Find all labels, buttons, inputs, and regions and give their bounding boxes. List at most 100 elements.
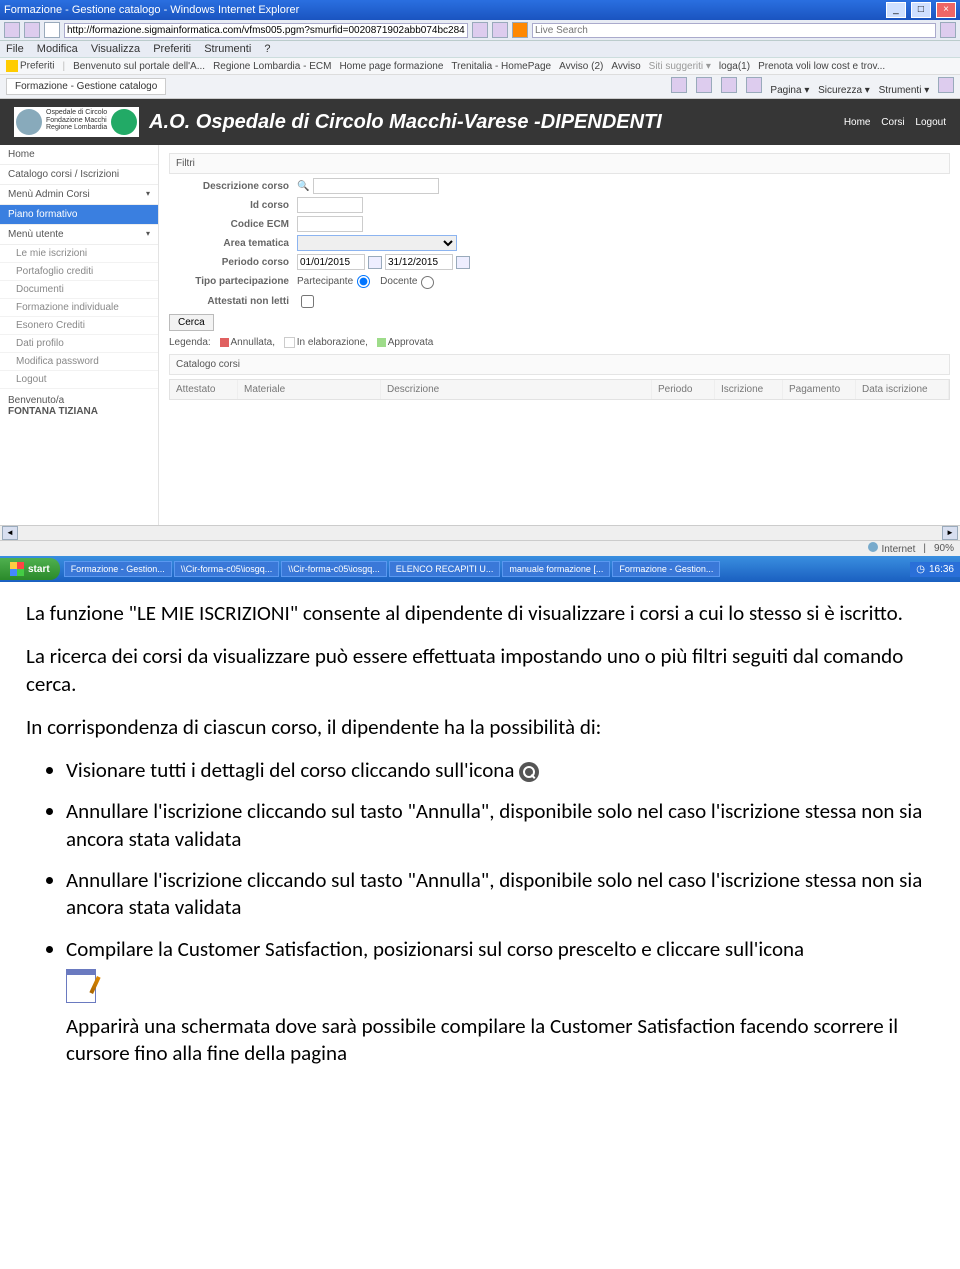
- menu-visualizza[interactable]: Visualizza: [91, 43, 140, 55]
- input-ecm[interactable]: [297, 216, 363, 232]
- task-3[interactable]: ELENCO RECAPITI U...: [389, 561, 501, 577]
- doc-paragraph-3: In corrispondenza di ciascun corso, il d…: [26, 714, 934, 741]
- col-data: Data iscrizione: [856, 380, 949, 399]
- fav-link-4[interactable]: Avviso (2): [559, 61, 603, 72]
- cerca-button[interactable]: Cerca: [169, 314, 214, 331]
- legend-approvata: Approvata: [388, 337, 434, 348]
- doc-bullet-list: Visionare tutti i dettagli del corso cli…: [26, 757, 934, 1067]
- fav-link-5[interactable]: Avviso: [611, 61, 640, 72]
- status-zoom[interactable]: 90%: [934, 543, 954, 554]
- fav-link-0[interactable]: Benvenuto sul portale dell'A...: [73, 61, 205, 72]
- label-ecm: Codice ECM: [169, 219, 289, 230]
- address-bar: [0, 20, 960, 41]
- forward-button[interactable]: [24, 22, 40, 38]
- sidebar-sub-formazione[interactable]: Formazione individuale: [0, 299, 158, 317]
- welcome-box: Benvenuto/a FONTANA TIZIANA: [0, 389, 158, 423]
- calendar-from-icon[interactable]: [368, 256, 382, 269]
- search-engine-icon: [512, 22, 528, 38]
- search-go-button[interactable]: [940, 22, 956, 38]
- help-icon[interactable]: [938, 77, 954, 93]
- input-date-to[interactable]: [385, 254, 453, 270]
- task-5[interactable]: Formazione - Gestion...: [612, 561, 720, 577]
- header-nav: Home Corsi Logout: [836, 117, 946, 128]
- input-date-from[interactable]: [297, 254, 365, 270]
- fav-sep: |: [62, 61, 65, 72]
- input-id[interactable]: [297, 197, 363, 213]
- menu-preferiti[interactable]: Preferiti: [153, 43, 191, 55]
- fav-link-8[interactable]: Prenota voli low cost e trov...: [758, 61, 885, 72]
- feeds-icon[interactable]: [696, 77, 712, 93]
- fav-link-1[interactable]: Regione Lombardia - ECM: [213, 61, 331, 72]
- select-area[interactable]: [297, 235, 457, 251]
- window-titlebar: Formazione - Gestione catalogo - Windows…: [0, 0, 960, 20]
- label-id: Id corso: [169, 200, 289, 211]
- tool-pagina[interactable]: Pagina ▾: [770, 85, 809, 96]
- sidebar-sub-esonero[interactable]: Esonero Crediti: [0, 317, 158, 335]
- page-title: A.O. Ospedale di Circolo Macchi-Varese -…: [149, 111, 662, 134]
- sidebar-utente[interactable]: Menù utente: [0, 225, 158, 245]
- search-input[interactable]: [532, 23, 936, 38]
- fav-link-6[interactable]: Siti suggeriti ▾: [649, 61, 711, 72]
- scroll-right-icon[interactable]: ►: [942, 526, 958, 540]
- close-button[interactable]: ×: [936, 2, 956, 18]
- system-tray[interactable]: ◷ 16:36: [910, 562, 960, 577]
- minimize-button[interactable]: _: [886, 2, 906, 18]
- task-4[interactable]: manuale formazione [...: [502, 561, 610, 577]
- tab-tools: Pagina ▾ Sicurezza ▾ Strumenti ▾: [665, 77, 954, 96]
- sidebar-sub-documenti[interactable]: Documenti: [0, 281, 158, 299]
- sidebar-sub-crediti[interactable]: Portafoglio crediti: [0, 263, 158, 281]
- legend-annullata: Annullata,: [231, 337, 275, 348]
- radio-partecipante[interactable]: [357, 275, 370, 288]
- sidebar-piano[interactable]: Piano formativo: [0, 205, 158, 225]
- filters-panel-title: Filtri: [169, 153, 950, 174]
- catalog-panel-title: Catalogo corsi: [169, 354, 950, 375]
- favorites-label: Preferiti: [20, 61, 54, 72]
- tool-sicurezza[interactable]: Sicurezza ▾: [818, 85, 870, 96]
- url-input[interactable]: [64, 23, 468, 38]
- calendar-to-icon[interactable]: [456, 256, 470, 269]
- menu-help[interactable]: ?: [264, 43, 270, 55]
- sidebar-catalogo[interactable]: Catalogo corsi / Iscrizioni: [0, 165, 158, 185]
- menu-strumenti[interactable]: Strumenti: [204, 43, 251, 55]
- nav-home[interactable]: Home: [844, 117, 871, 128]
- favorites-bar: Preferiti | Benvenuto sul portale dell'A…: [0, 58, 960, 75]
- fav-link-2[interactable]: Home page formazione: [339, 61, 443, 72]
- col-iscrizione: Iscrizione: [715, 380, 783, 399]
- col-attestato: Attestato: [170, 380, 238, 399]
- stop-button[interactable]: [492, 22, 508, 38]
- radio-docente[interactable]: [421, 276, 434, 289]
- browser-tab[interactable]: Formazione - Gestione catalogo: [6, 78, 166, 95]
- sidebar-sub-password[interactable]: Modifica password: [0, 353, 158, 371]
- scroll-left-icon[interactable]: ◄: [2, 526, 18, 540]
- sidebar-admin[interactable]: Menù Admin Corsi: [0, 185, 158, 205]
- task-0[interactable]: Formazione - Gestion...: [64, 561, 172, 577]
- clock: 16:36: [929, 564, 954, 575]
- notepad-pencil-icon: [66, 969, 96, 1003]
- input-descrizione[interactable]: [313, 178, 439, 194]
- mail-icon[interactable]: [721, 77, 737, 93]
- task-1[interactable]: \\Cir-forma-c05\iosgq...: [174, 561, 280, 577]
- start-button[interactable]: start: [0, 558, 60, 580]
- back-button[interactable]: [4, 22, 20, 38]
- fav-link-3[interactable]: Trenitalia - HomePage: [451, 61, 551, 72]
- nav-logout[interactable]: Logout: [915, 117, 946, 128]
- sidebar-sub-profilo[interactable]: Dati profilo: [0, 335, 158, 353]
- sidebar-sub-logout[interactable]: Logout: [0, 371, 158, 389]
- sidebar-home[interactable]: Home: [0, 145, 158, 165]
- task-2[interactable]: \\Cir-forma-c05\iosgq...: [281, 561, 387, 577]
- home-icon[interactable]: [671, 77, 687, 93]
- menu-modifica[interactable]: Modifica: [37, 43, 78, 55]
- label-tipo: Tipo partecipazione: [169, 276, 289, 287]
- refresh-button[interactable]: [472, 22, 488, 38]
- col-periodo: Periodo: [652, 380, 715, 399]
- horizontal-scrollbar[interactable]: ◄ ►: [0, 525, 960, 540]
- maximize-button[interactable]: □: [911, 2, 931, 18]
- tool-strumenti[interactable]: Strumenti ▾: [879, 85, 930, 96]
- nav-corsi[interactable]: Corsi: [881, 117, 904, 128]
- sidebar: Home Catalogo corsi / Iscrizioni Menù Ad…: [0, 145, 159, 525]
- print-icon[interactable]: [746, 77, 762, 93]
- fav-link-7[interactable]: loga(1): [719, 61, 750, 72]
- sidebar-sub-iscrizioni[interactable]: Le mie iscrizioni: [0, 245, 158, 263]
- checkbox-attestati[interactable]: [301, 295, 314, 308]
- menu-file[interactable]: File: [6, 43, 24, 55]
